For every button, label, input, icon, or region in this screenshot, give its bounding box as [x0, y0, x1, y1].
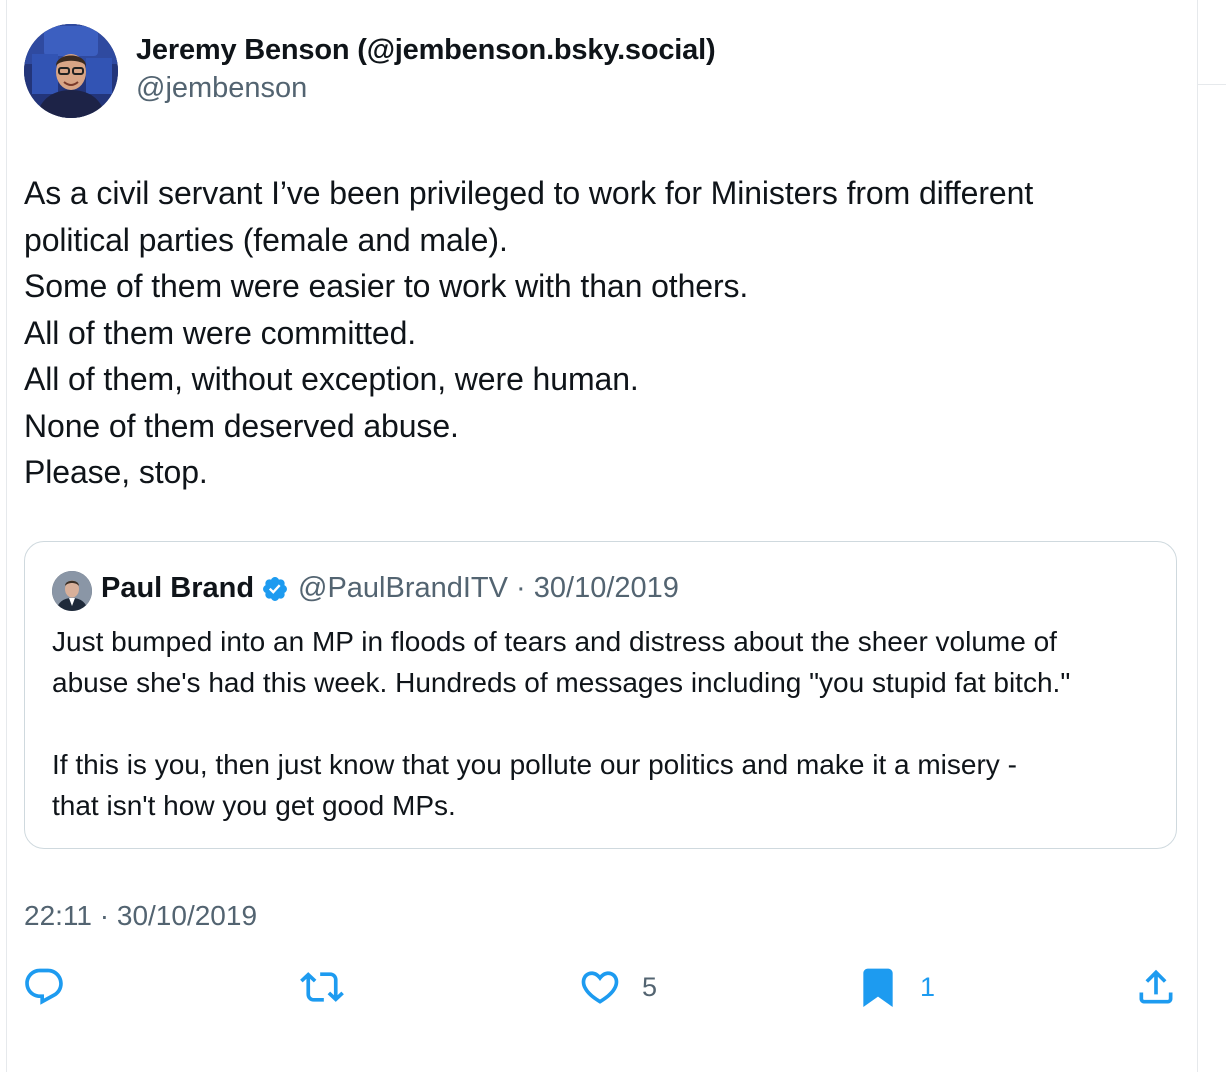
quoted-text: Just bumped into an MP in floods of tear… — [52, 621, 1162, 826]
bookmark-icon — [863, 968, 893, 1008]
like-button[interactable]: 5 — [578, 964, 657, 1010]
quoted-author-avatar[interactable] — [52, 571, 92, 611]
tweet-line: None of them deserved abuse. — [24, 407, 459, 444]
quoted-line: If this is you, then just know that you … — [52, 749, 1017, 780]
tweet-line: Please, stop. — [24, 454, 208, 490]
author-handle[interactable]: @jembenson — [136, 72, 307, 105]
verified-badge-icon — [263, 577, 287, 601]
reply-icon — [25, 968, 63, 1005]
retweet-icon — [300, 972, 344, 1002]
like-count: 5 — [642, 971, 658, 1002]
bookmark-count: 1 — [920, 971, 936, 1002]
reply-button[interactable] — [22, 964, 86, 1010]
tweet-timestamp[interactable]: 22:11 · 30/10/2019 — [24, 900, 257, 932]
author-avatar[interactable] — [24, 24, 118, 118]
quoted-line: that isn't how you get good MPs. — [52, 790, 456, 821]
quoted-author-name[interactable]: Paul Brand — [101, 572, 254, 605]
share-icon — [1139, 969, 1173, 1004]
quoted-meta[interactable]: @PaulBrandITV · 30/10/2019 — [298, 572, 679, 605]
tweet-text: As a civil servant I’ve been privileged … — [24, 170, 1174, 496]
author-name[interactable]: Jeremy Benson (@jembenson.bsky.social) — [136, 34, 716, 67]
left-border — [6, 0, 7, 1072]
right-border — [1197, 0, 1198, 1072]
tweet-line: Some of them were easier to work with th… — [24, 268, 749, 304]
bookmark-button[interactable]: 1 — [856, 964, 935, 1010]
tweet-line: As a civil servant I’ve been privileged … — [24, 175, 1034, 211]
quoted-line: abuse she's had this week. Hundreds of m… — [52, 667, 1071, 698]
quoted-tweet[interactable]: Paul Brand @PaulBrandITV · 30/10/2019 Ju… — [24, 541, 1177, 849]
quoted-line: Just bumped into an MP in floods of tear… — [52, 626, 1057, 657]
tweet-line: political parties (female and male). — [24, 221, 508, 258]
tweet-line: All of them, without exception, were hum… — [24, 361, 639, 397]
side-divider — [1198, 84, 1226, 85]
tweet-line: All of them were committed. — [24, 314, 417, 351]
share-button[interactable] — [1134, 964, 1178, 1010]
heart-icon — [581, 971, 619, 1004]
retweet-button[interactable] — [300, 964, 364, 1010]
